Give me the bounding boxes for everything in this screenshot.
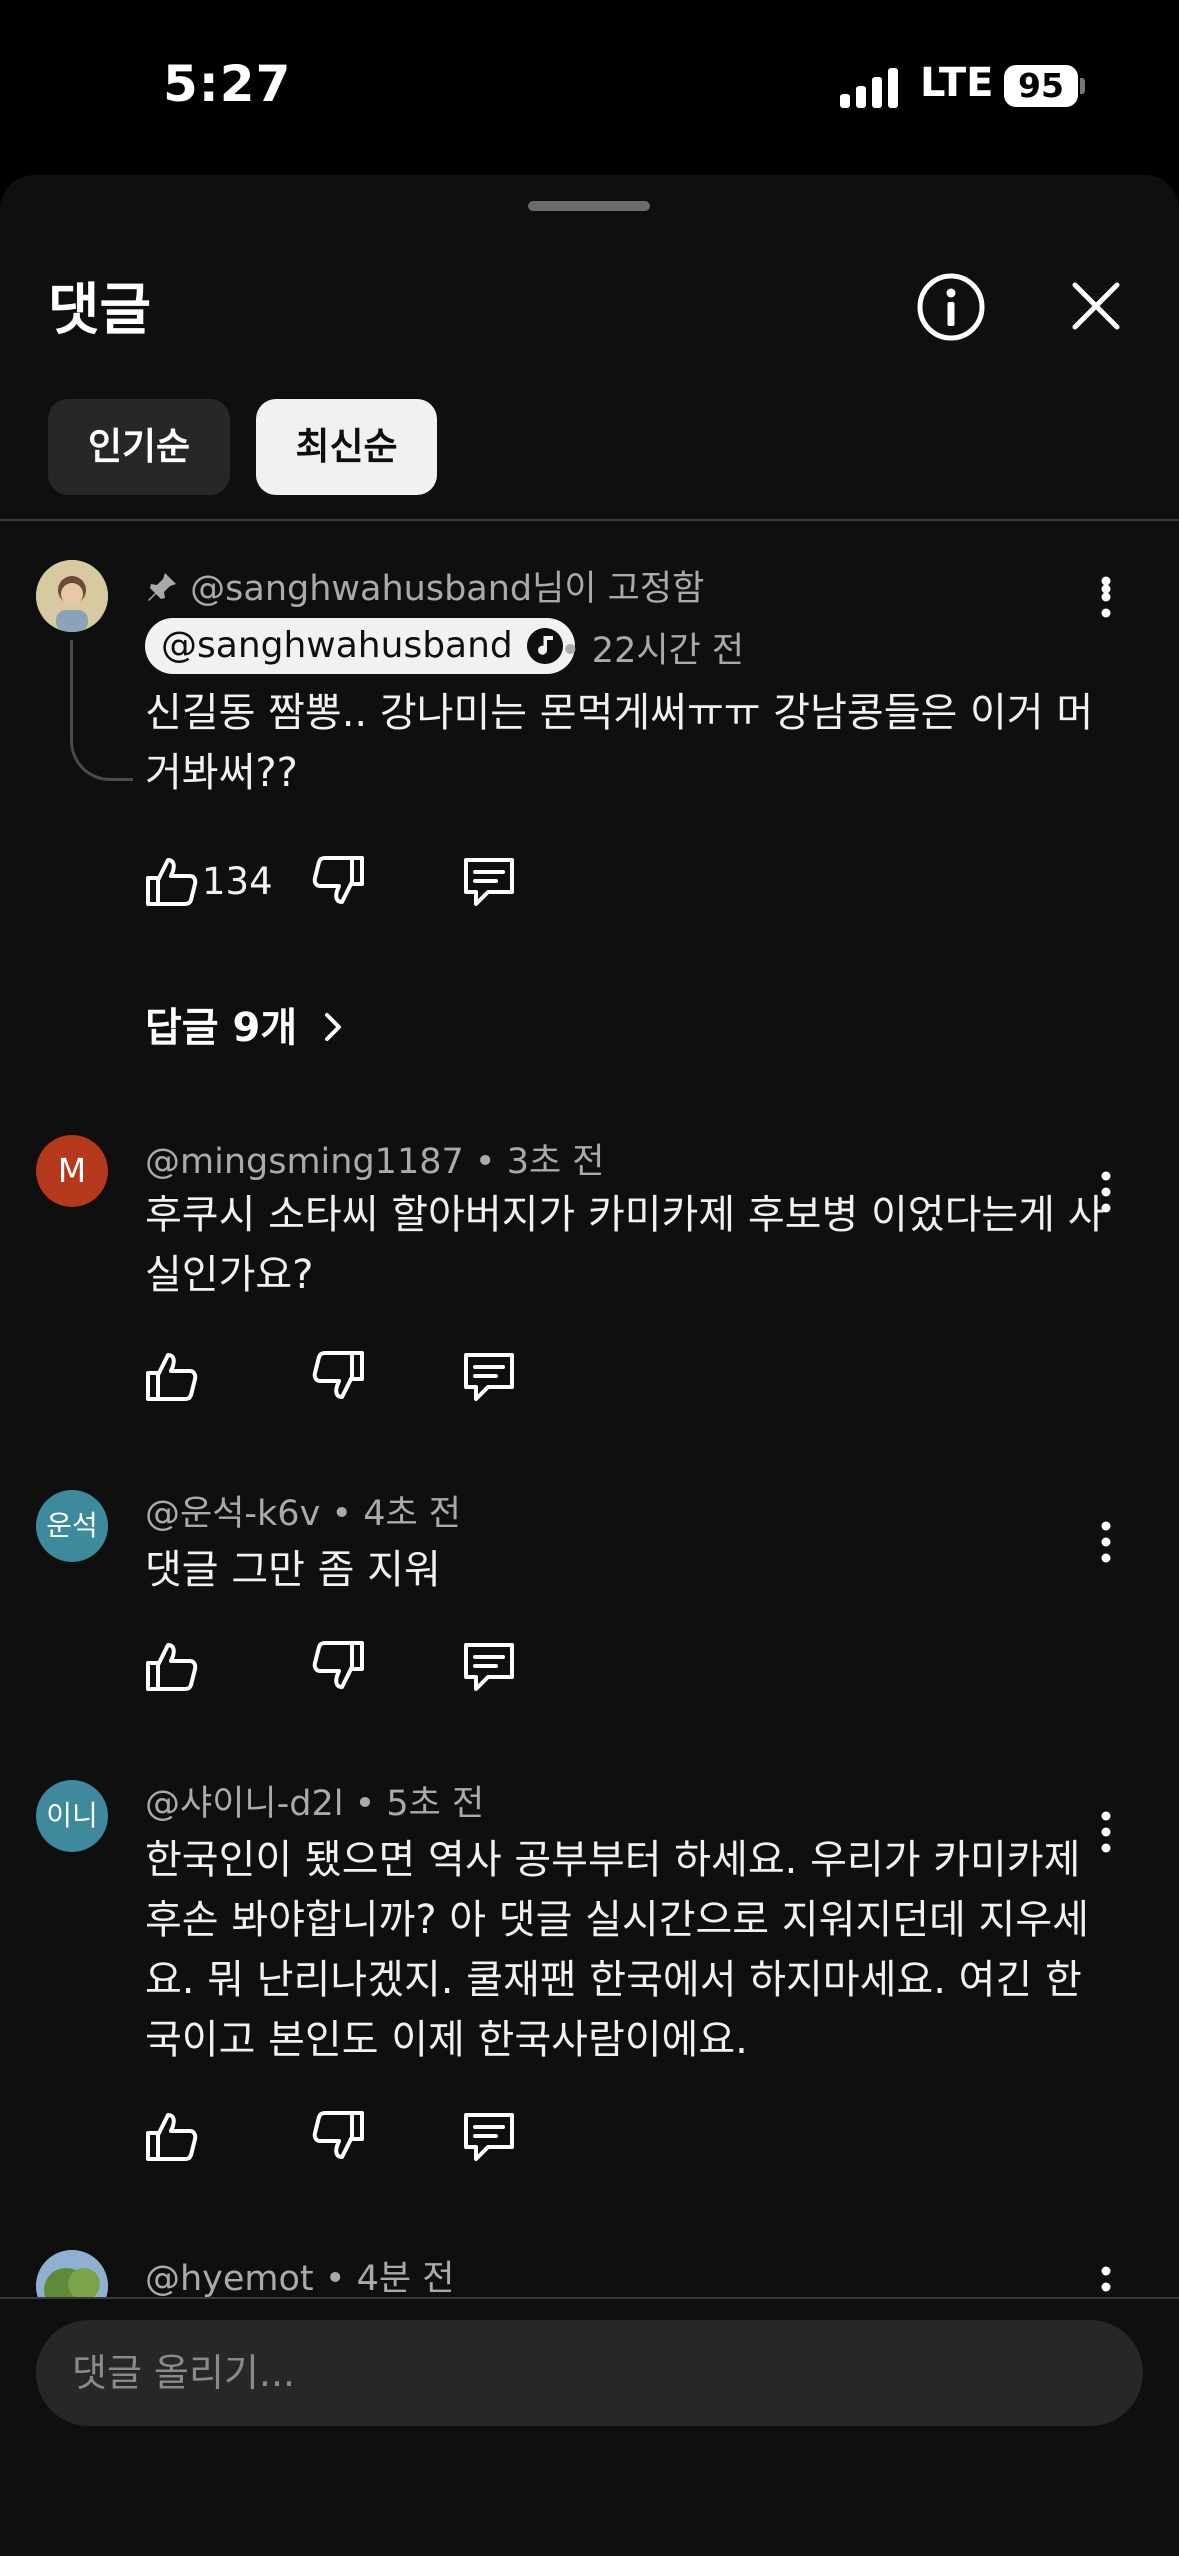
comment-composer xyxy=(0,2299,1179,2556)
music-note-icon xyxy=(526,628,563,664)
comment-meta: @mingsming1187 • 3초 전 xyxy=(145,1133,604,1184)
reply-icon[interactable] xyxy=(458,2105,520,2167)
avatar[interactable] xyxy=(36,560,108,632)
comment-time: 3초 전 xyxy=(506,1142,605,1182)
status-bar: 5:27 LTE 95 xyxy=(0,0,1179,175)
like-icon[interactable] xyxy=(140,1635,202,1697)
comment-text: 후쿠시 소타씨 할아버지가 카미카제 후보병 이었다는게 사실인가요? xyxy=(145,1192,1105,1298)
more-options-icon[interactable] xyxy=(1086,365,1126,425)
close-icon[interactable] xyxy=(1065,275,1127,337)
reply-icon[interactable] xyxy=(458,1345,520,1407)
avatar[interactable]: 이니 xyxy=(36,1780,108,1852)
drag-handle[interactable] xyxy=(528,201,650,211)
reply-icon[interactable] xyxy=(458,1635,520,1697)
like-icon[interactable] xyxy=(140,850,202,912)
sheet-title: 댓글 xyxy=(48,278,152,343)
battery-cap xyxy=(1080,78,1085,94)
divider xyxy=(0,519,1179,521)
avatar[interactable]: 운석 xyxy=(36,1490,108,1562)
comment-meta: @운석-k6v • 4초 전 xyxy=(145,1485,461,1536)
dislike-icon[interactable] xyxy=(308,2105,370,2167)
comment-text: 댓글 그만 좀 지워 xyxy=(145,1547,441,1593)
pin-icon xyxy=(148,573,176,601)
info-icon[interactable] xyxy=(915,271,987,343)
sort-chip-newest[interactable]: 최신순 xyxy=(256,399,437,495)
separator-dot: • xyxy=(560,631,581,671)
comment-author[interactable]: @운석-k6v xyxy=(145,1494,320,1534)
chevron-right-icon xyxy=(325,1013,342,1041)
comments-sheet: 댓글 인기순 최신순 @sanghwahusband님이 고정함 @sanghw… xyxy=(0,175,1179,2556)
more-options-icon[interactable] xyxy=(1090,1520,1122,1564)
separator-dot: • xyxy=(324,2259,346,2299)
dislike-icon[interactable] xyxy=(308,850,370,912)
comment-meta: @hyemot • 4분 전 xyxy=(145,2250,454,2301)
separator-dot: • xyxy=(474,1142,496,1182)
clock: 5:27 xyxy=(163,55,292,113)
author-badge[interactable]: @sanghwahusband xyxy=(145,618,575,674)
comment-time: 4초 전 xyxy=(363,1494,462,1534)
more-options-icon[interactable] xyxy=(1090,1170,1122,1214)
comment-text: 신길동 짬뽕.. 강나미는 몬먹게써ㅠㅠ 강남콩들은 이거 머거봐써?? xyxy=(145,690,1094,796)
network-type: LTE xyxy=(920,60,994,106)
comment-time: 4분 전 xyxy=(356,2259,455,2299)
cellular-signal-icon xyxy=(840,68,898,108)
comment-author[interactable]: @hyemot xyxy=(145,2259,314,2299)
pinned-text: @sanghwahusband님이 고정함 xyxy=(190,569,705,609)
like-icon[interactable] xyxy=(140,2105,202,2167)
comment-time: 5초 전 xyxy=(386,1784,485,1824)
comment-meta: @샤이니-d2l • 5초 전 xyxy=(145,1775,484,1826)
avatar-photo-icon xyxy=(36,560,108,632)
like-icon[interactable] xyxy=(140,1345,202,1407)
comment-time: • 22시간 전 xyxy=(560,622,744,673)
separator-dot: • xyxy=(331,1494,353,1534)
pinned-label: @sanghwahusband님이 고정함 xyxy=(145,560,704,611)
battery-icon: 95 xyxy=(1004,65,1078,107)
comment-author[interactable]: @mingsming1187 xyxy=(145,1142,464,1182)
thread-connector xyxy=(70,640,133,781)
time-text: 22시간 전 xyxy=(591,631,745,671)
dislike-icon[interactable] xyxy=(308,1635,370,1697)
comment-input[interactable] xyxy=(36,2320,1143,2426)
reply-icon[interactable] xyxy=(458,850,520,912)
view-replies-button[interactable]: 답글 9개 xyxy=(145,995,349,1053)
comment-author: @sanghwahusband xyxy=(161,625,513,666)
comment-author[interactable]: @샤이니-d2l xyxy=(145,1784,343,1824)
replies-count: 답글 9개 xyxy=(145,1005,298,1051)
avatar[interactable]: M xyxy=(36,1135,108,1207)
separator-dot: • xyxy=(354,1784,376,1824)
more-options-icon[interactable] xyxy=(1090,1810,1122,1854)
sort-chip-popular[interactable]: 인기순 xyxy=(48,399,230,495)
like-count: 134 xyxy=(202,860,273,903)
comment-text: 한국인이 됐으면 역사 공부부터 하세요. 우리가 카미카제 후손 봐야합니까?… xyxy=(145,1837,1089,2063)
dislike-icon[interactable] xyxy=(308,1345,370,1407)
more-options-icon[interactable] xyxy=(1090,575,1122,619)
